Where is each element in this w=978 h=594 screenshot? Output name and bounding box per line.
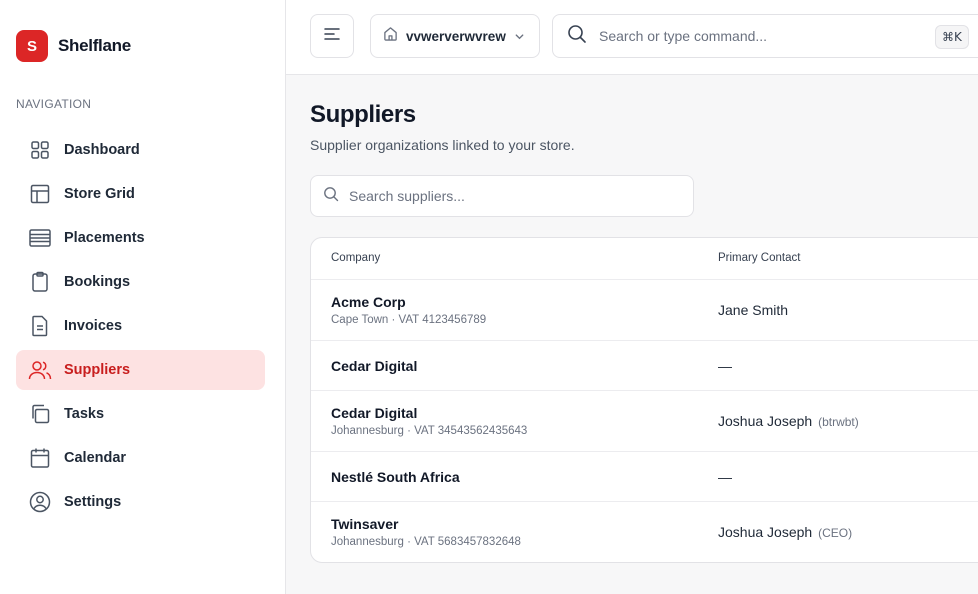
- user-circle-icon: [28, 490, 52, 514]
- supplier-search-placeholder: Search suppliers...: [349, 188, 465, 204]
- sidebar: S Shelflane NAVIGATION Dashboard Store G…: [0, 0, 286, 594]
- suppliers-table: Company Primary Contact Acme Corp Cape T…: [310, 237, 978, 563]
- brand[interactable]: S Shelflane: [16, 30, 131, 62]
- search-icon: [567, 24, 587, 49]
- home-icon: [383, 26, 398, 46]
- contact-cell: —: [718, 469, 732, 485]
- search-icon: [323, 186, 339, 207]
- users-icon: [28, 358, 52, 382]
- keyboard-shortcut-badge: ⌘K: [935, 25, 969, 49]
- page-subtitle: Supplier organizations linked to your st…: [310, 137, 575, 153]
- contact-role: (CEO): [818, 526, 853, 540]
- sidebar-item-settings[interactable]: Settings: [16, 482, 265, 522]
- company-meta: Johannesburg · VAT 5683457832648: [331, 536, 521, 548]
- list-icon: [28, 226, 52, 250]
- contact-name: Jane Smith: [718, 302, 789, 318]
- nav-heading: NAVIGATION: [16, 97, 92, 111]
- sidebar-item-label: Store Grid: [64, 186, 135, 202]
- store-name: vvwerverwvrew: [406, 28, 506, 44]
- store-selector[interactable]: vvwerverwvrew: [370, 14, 540, 58]
- company-cell: Twinsaver Johannesburg · VAT 56834578326…: [331, 516, 521, 548]
- table-row[interactable]: Cedar Digital Johannesburg · VAT 3454356…: [311, 391, 978, 452]
- sidebar-item-tasks[interactable]: Tasks: [16, 394, 265, 434]
- contact-cell: Jane Smith: [718, 302, 788, 318]
- company-name: Twinsaver: [331, 516, 399, 532]
- sidebar-item-label: Placements: [64, 230, 145, 246]
- file-icon: [28, 314, 52, 338]
- company-name: Nestlé South Africa: [331, 469, 460, 485]
- sidebar-item-label: Calendar: [64, 450, 127, 466]
- menu-icon: [324, 27, 340, 46]
- grid-icon: [28, 138, 52, 162]
- sidebar-item-invoices[interactable]: Invoices: [16, 306, 265, 346]
- sidebar-item-label: Bookings: [64, 274, 131, 290]
- sidebar-item-label: Suppliers: [64, 362, 131, 378]
- company-meta: Johannesburg · VAT 34543562435643: [331, 425, 528, 437]
- calendar-icon: [28, 446, 52, 470]
- command-search-input[interactable]: Search or type command... ⌘K: [552, 14, 978, 58]
- sidebar-item-label: Invoices: [64, 318, 123, 334]
- contact-cell: Joshua Joseph (CEO): [718, 524, 852, 540]
- layout-icon: [28, 182, 52, 206]
- column-header-primary-contact[interactable]: Primary Contact: [718, 252, 800, 264]
- table-row[interactable]: Cedar Digital —: [311, 341, 978, 391]
- contact-name: —: [718, 358, 732, 374]
- sidebar-item-label: Settings: [64, 494, 122, 510]
- clipboard-icon: [28, 270, 52, 294]
- sidebar-item-calendar[interactable]: Calendar: [16, 438, 265, 478]
- company-name: Cedar Digital: [331, 405, 418, 421]
- contact-name: Joshua Joseph: [718, 524, 813, 540]
- table-header: Company Primary Contact: [311, 238, 978, 280]
- sidebar-item-dashboard[interactable]: Dashboard: [16, 130, 265, 170]
- page-title: Suppliers: [310, 101, 416, 128]
- sidebar-item-suppliers[interactable]: Suppliers: [16, 350, 265, 390]
- menu-toggle-button[interactable]: [310, 14, 354, 58]
- sidebar-item-bookings[interactable]: Bookings: [16, 262, 265, 302]
- main-content: Suppliers Supplier organizations linked …: [286, 75, 978, 594]
- contact-role: (btrwbt): [818, 415, 859, 429]
- copy-icon: [28, 402, 52, 426]
- column-header-company[interactable]: Company: [331, 252, 380, 264]
- brand-name: Shelflane: [58, 36, 131, 55]
- company-name: Acme Corp: [331, 294, 406, 310]
- table-row[interactable]: Nestlé South Africa —: [311, 452, 978, 502]
- table-row[interactable]: Acme Corp Cape Town · VAT 4123456789 Jan…: [311, 280, 978, 341]
- supplier-search-input[interactable]: Search suppliers...: [310, 175, 694, 217]
- sidebar-item-store-grid[interactable]: Store Grid: [16, 174, 265, 214]
- company-cell: Acme Corp Cape Town · VAT 4123456789: [331, 294, 486, 326]
- command-search-placeholder: Search or type command...: [599, 28, 768, 44]
- company-cell: Nestlé South Africa: [331, 469, 460, 485]
- company-cell: Cedar Digital: [331, 358, 417, 374]
- contact-cell: Joshua Joseph (btrwbt): [718, 413, 859, 429]
- topbar: vvwerverwvrew Search or type command... …: [286, 0, 978, 75]
- company-cell: Cedar Digital Johannesburg · VAT 3454356…: [331, 405, 527, 437]
- brand-logo: S: [16, 30, 48, 62]
- company-name: Cedar Digital: [331, 358, 418, 374]
- sidebar-item-label: Dashboard: [64, 142, 140, 158]
- sidebar-item-label: Tasks: [64, 406, 105, 422]
- contact-cell: —: [718, 358, 732, 374]
- company-meta: Cape Town · VAT 4123456789: [331, 314, 487, 326]
- sidebar-item-placements[interactable]: Placements: [16, 218, 265, 258]
- sidebar-nav: Dashboard Store Grid Placements Bookings…: [16, 130, 265, 526]
- chevron-down-icon: [514, 31, 525, 42]
- contact-name: Joshua Joseph: [718, 413, 813, 429]
- table-row[interactable]: Twinsaver Johannesburg · VAT 56834578326…: [311, 502, 978, 562]
- contact-name: —: [718, 469, 732, 485]
